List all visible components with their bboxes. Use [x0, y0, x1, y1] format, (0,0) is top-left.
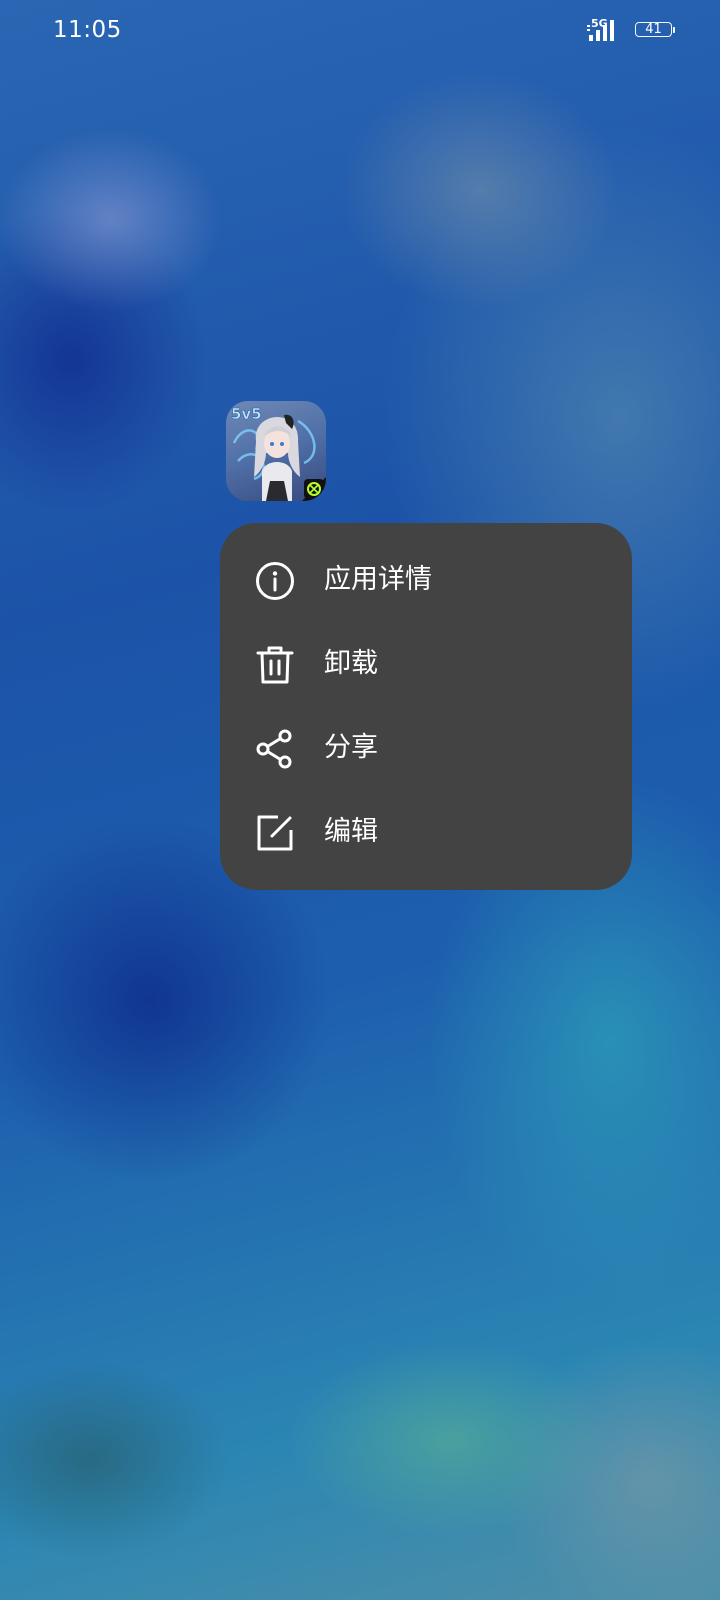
menu-item-share[interactable]: 分享 — [220, 710, 632, 786]
app-context-menu: 应用详情 卸载 分享 编辑 — [220, 523, 632, 890]
battery-level: 41 — [645, 22, 662, 37]
menu-item-label: 分享 — [324, 732, 378, 763]
status-bar: 11:05 5G 41 — [0, 0, 720, 64]
menu-item-edit[interactable]: 编辑 — [220, 794, 632, 870]
signal-icon: 5G — [587, 18, 627, 44]
menu-item-label: 应用详情 — [324, 564, 432, 595]
info-icon — [256, 562, 294, 600]
menu-item-label: 编辑 — [324, 816, 378, 847]
trash-icon — [256, 646, 294, 684]
game-app-icon[interactable]: 5v5 — [226, 401, 326, 501]
battery-icon: 41 — [635, 22, 675, 40]
share-icon — [256, 729, 292, 769]
status-time: 11:05 — [53, 17, 122, 43]
app-icon-badge: 5v5 — [231, 405, 262, 423]
menu-item-app-details[interactable]: 应用详情 — [220, 542, 632, 618]
menu-item-label: 卸载 — [324, 648, 378, 679]
edit-icon — [257, 815, 293, 851]
menu-item-uninstall[interactable]: 卸载 — [220, 626, 632, 702]
